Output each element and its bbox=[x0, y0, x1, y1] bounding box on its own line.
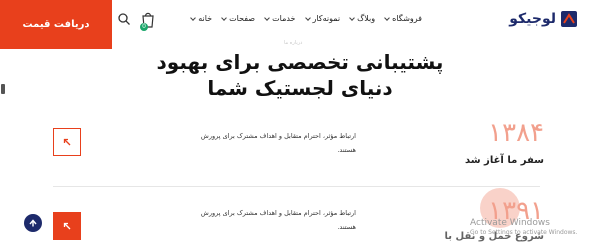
logo-mark-icon bbox=[561, 11, 577, 27]
nav-item-shop[interactable]: فروشگاه bbox=[384, 14, 422, 23]
chevron-down-icon bbox=[264, 14, 270, 21]
milestone-description: ارتباط مؤثر، احترام متقابل و اهداف مشترک… bbox=[200, 132, 356, 154]
windows-watermark-subtitle: Go to Settings to activate Windows. bbox=[470, 229, 578, 236]
section-eyebrow: درباره ما bbox=[284, 40, 303, 46]
chevron-down-icon bbox=[304, 14, 311, 21]
milestone-description: ارتباط مؤثر، احترام متقابل و اهداف مشترک… bbox=[200, 209, 356, 231]
milestone-link-button[interactable] bbox=[53, 128, 81, 156]
chevron-down-icon bbox=[190, 14, 197, 21]
site-logo[interactable]: لوجیکو bbox=[509, 10, 578, 28]
nav-item-pages[interactable]: صفحات bbox=[221, 14, 256, 23]
milestone-link-button[interactable] bbox=[53, 212, 81, 240]
logo-text: لوجیکو bbox=[509, 11, 556, 27]
nav-item-label: صفحات bbox=[229, 14, 256, 23]
nav-item-label: خانه bbox=[198, 14, 213, 23]
nav-item-label: وبلاگ bbox=[357, 14, 376, 23]
arrow-up-icon bbox=[29, 219, 37, 227]
nav-item-services[interactable]: خدمات bbox=[264, 14, 296, 23]
get-quote-button[interactable]: دریافت قیمت bbox=[0, 0, 112, 49]
windows-watermark-title: Activate Windows bbox=[470, 218, 550, 228]
arrow-up-left-icon bbox=[63, 222, 71, 230]
chevron-down-icon bbox=[384, 14, 390, 21]
cart-count-badge: 0 bbox=[140, 23, 148, 31]
nav-item-blog[interactable]: وبلاگ bbox=[349, 14, 376, 23]
nav-item-label: خدمات bbox=[272, 14, 296, 23]
page-title-line1: پشتیبانی تخصصی برای بهبود bbox=[156, 50, 444, 74]
search-icon[interactable] bbox=[117, 12, 131, 26]
scroll-to-top-button[interactable] bbox=[24, 214, 42, 232]
nav-item-portfolio[interactable]: نمونه‌کار bbox=[304, 14, 341, 23]
page-title-line2: دنیای لجستیک شما bbox=[207, 76, 393, 100]
chevron-down-icon bbox=[221, 14, 227, 21]
chevron-down-icon bbox=[349, 14, 355, 21]
row-divider bbox=[53, 186, 540, 187]
milestone-label: سفر ما آغاز شد bbox=[464, 155, 544, 166]
milestone-year: ۱۳۸۴ bbox=[488, 118, 544, 148]
arrow-up-left-icon bbox=[63, 138, 71, 146]
nav-item-home[interactable]: خانه bbox=[190, 14, 213, 23]
nav-item-label: نمونه‌کار bbox=[312, 14, 341, 23]
scrollbar-thumb[interactable] bbox=[1, 84, 5, 94]
nav-item-label: فروشگاه bbox=[392, 14, 422, 23]
main-nav: خانه صفحات خدمات نمونه‌کار وبلاگ فروشگاه bbox=[190, 14, 422, 23]
